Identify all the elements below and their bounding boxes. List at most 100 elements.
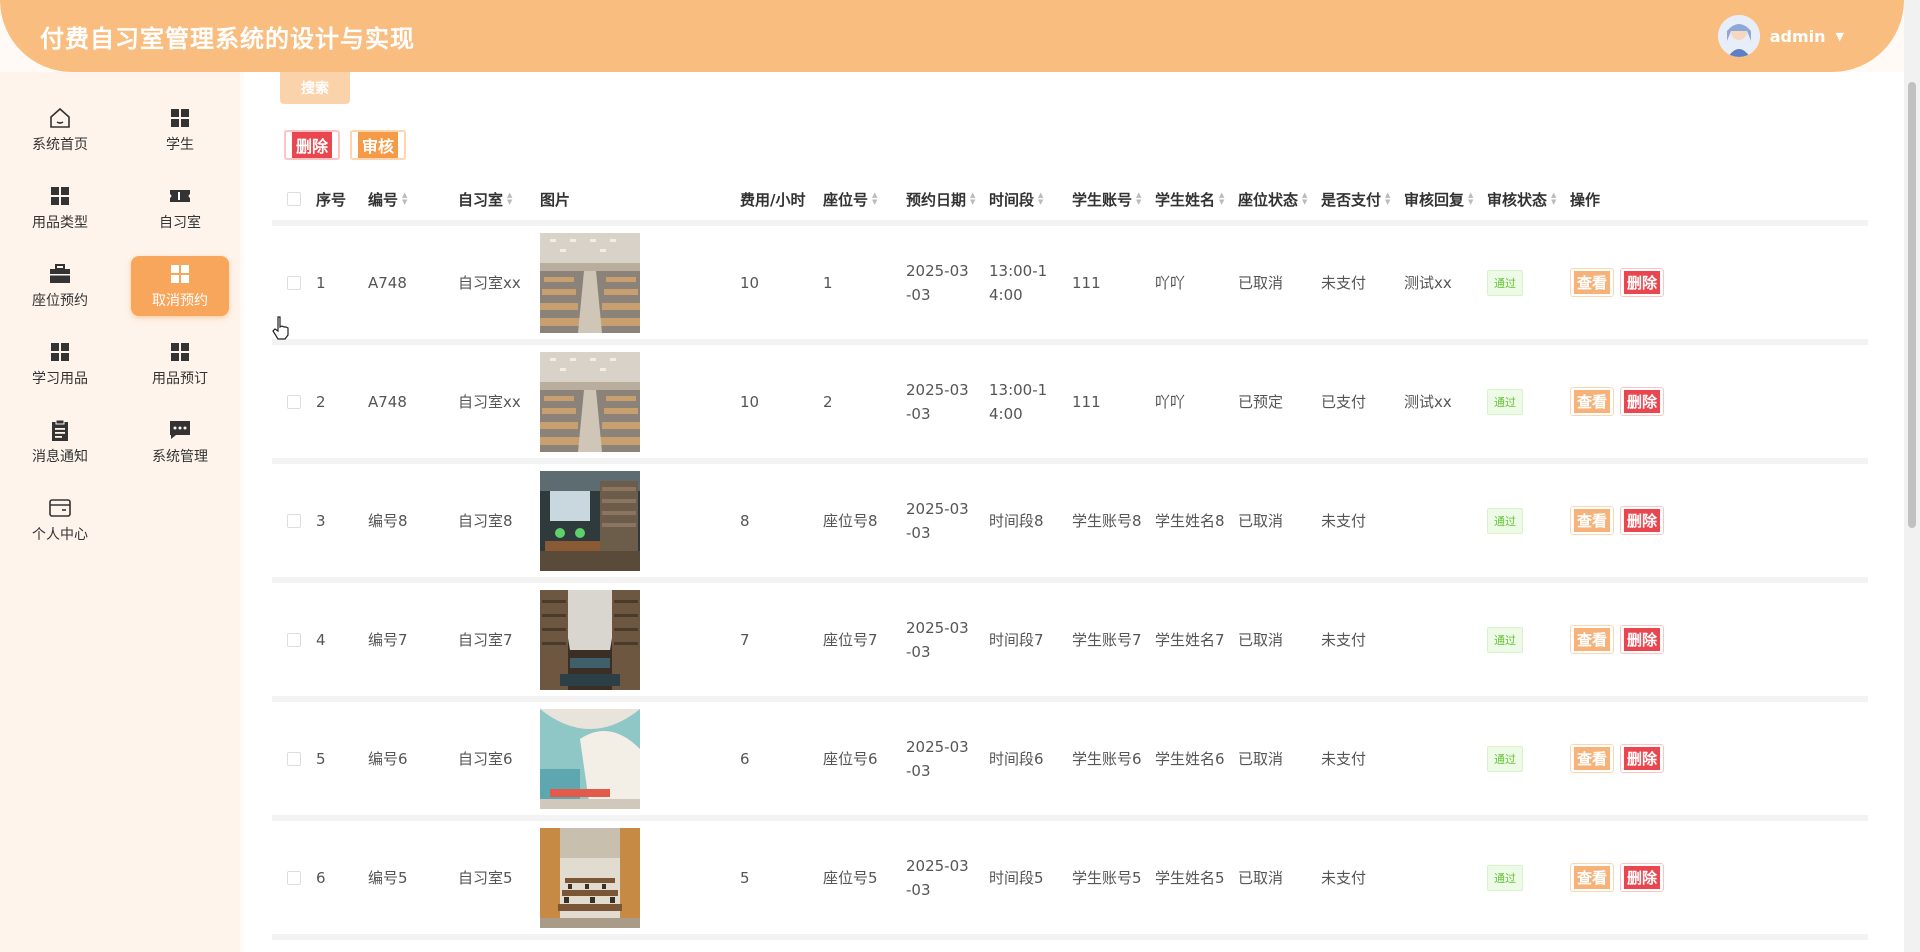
user-menu[interactable]: admin ▼	[1717, 15, 1844, 57]
image-cell	[540, 827, 740, 928]
room-thumbnail[interactable]	[540, 351, 640, 452]
row-checkbox[interactable]	[287, 275, 301, 290]
column-header[interactable]: 学生账号 ▲ ▼	[1072, 189, 1155, 210]
column-header[interactable]: 预约日期 ▲ ▼	[906, 189, 989, 210]
sidebar-item[interactable]: 取消预约	[131, 256, 229, 316]
select-all-checkbox[interactable]	[287, 192, 301, 206]
grid-icon	[168, 106, 192, 130]
sidebar-item[interactable]: 消息通知	[11, 412, 109, 472]
sidebar-item[interactable]: 自习室	[131, 178, 229, 238]
batch-audit-label[interactable]: 审核	[358, 132, 399, 158]
view-button-label[interactable]: 查看	[1574, 271, 1611, 294]
delete-button[interactable]: 删除	[1620, 744, 1665, 773]
cell-text: 吖吖	[1155, 273, 1186, 292]
sidebar-item[interactable]: 用品预订	[131, 334, 229, 394]
table-cell-status: 已预定	[1238, 390, 1321, 414]
view-button-label[interactable]: 查看	[1574, 390, 1611, 413]
actions-cell: 查看 删除	[1570, 744, 1690, 773]
delete-button-label[interactable]: 删除	[1624, 509, 1661, 532]
vertical-scrollbar[interactable]	[1904, 0, 1920, 952]
row-checkbox[interactable]	[287, 632, 301, 647]
username-label[interactable]: admin	[1770, 27, 1826, 46]
view-button[interactable]: 查看	[1570, 744, 1615, 773]
sort-icon[interactable]: ▲ ▼	[1468, 192, 1473, 206]
delete-button-label[interactable]: 删除	[1624, 628, 1661, 651]
delete-button[interactable]: 删除	[1620, 268, 1665, 297]
sidebar-item[interactable]: 用品类型	[11, 178, 109, 238]
sort-icon[interactable]: ▲ ▼	[1136, 192, 1141, 206]
column-header[interactable]: 审核状态 ▲ ▼	[1487, 189, 1570, 210]
column-header[interactable]: 审核回复 ▲ ▼	[1404, 189, 1487, 210]
cell-text: A748	[368, 392, 407, 411]
sidebar-item[interactable]: 个人中心	[11, 490, 109, 550]
view-button-label[interactable]: 查看	[1574, 747, 1611, 770]
column-header[interactable]: 编号 ▲ ▼	[368, 189, 458, 210]
column-header[interactable]: 座位状态 ▲ ▼	[1238, 189, 1321, 210]
search-button[interactable]: 搜索	[280, 72, 350, 104]
sort-icon[interactable]: ▲ ▼	[507, 192, 512, 206]
column-header[interactable]: 是否支付 ▲ ▼	[1321, 189, 1404, 210]
sort-icon[interactable]: ▲ ▼	[1038, 192, 1043, 206]
view-button[interactable]: 查看	[1570, 625, 1615, 654]
batch-audit-button[interactable]: 审核	[350, 130, 407, 160]
sidebar-item[interactable]: 系统首页	[11, 100, 109, 160]
grid-icon	[168, 262, 192, 286]
delete-button-label[interactable]: 删除	[1624, 390, 1661, 413]
view-button[interactable]: 查看	[1570, 506, 1615, 535]
sort-icon[interactable]: ▲ ▼	[970, 192, 975, 206]
table-cell-account: 学生账号8	[1072, 509, 1155, 533]
sort-icon[interactable]: ▲ ▼	[1302, 192, 1307, 206]
delete-button[interactable]: 删除	[1620, 863, 1665, 892]
view-button-label[interactable]: 查看	[1574, 628, 1611, 651]
sidebar-item[interactable]: 学习用品	[11, 334, 109, 394]
cell-text: 未支付	[1321, 273, 1367, 292]
view-button-label[interactable]: 查看	[1574, 866, 1611, 889]
room-thumbnail[interactable]	[540, 708, 640, 809]
room-thumbnail[interactable]	[540, 827, 640, 928]
column-header[interactable]: 时间段 ▲ ▼	[989, 189, 1072, 210]
sort-icon[interactable]: ▲ ▼	[1551, 192, 1556, 206]
sidebar-item[interactable]: 学生	[131, 100, 229, 160]
cell-text: 学生姓名8	[1155, 511, 1225, 530]
delete-button[interactable]: 删除	[1620, 506, 1665, 535]
delete-button-label[interactable]: 删除	[1624, 866, 1661, 889]
column-header[interactable]: 座位号 ▲ ▼	[823, 189, 906, 210]
row-checkbox[interactable]	[287, 870, 301, 885]
batch-delete-button[interactable]: 删除	[284, 130, 341, 160]
cell-text: 自习室xx	[458, 392, 521, 411]
table-cell-account: 111	[1072, 390, 1155, 414]
sidebar-item[interactable]: 座位预约	[11, 256, 109, 316]
batch-delete-label[interactable]: 删除	[292, 132, 333, 158]
room-thumbnail[interactable]	[540, 232, 640, 333]
table-body: 1 A748 自习室xx 10 1 2025-03-03 13:00-14:00 111 吖吖已…	[272, 226, 1868, 940]
view-button-label[interactable]: 查看	[1574, 509, 1611, 532]
sort-icon[interactable]: ▲ ▼	[872, 192, 877, 206]
room-thumbnail[interactable]	[540, 470, 640, 571]
chevron-down-icon[interactable]: ▼	[1836, 30, 1844, 43]
delete-button-label[interactable]: 删除	[1624, 271, 1661, 294]
delete-button[interactable]: 删除	[1620, 387, 1665, 416]
image-cell	[540, 708, 740, 809]
scrollbar-thumb[interactable]	[1908, 82, 1916, 528]
delete-button[interactable]: 删除	[1620, 625, 1665, 654]
sort-icon[interactable]: ▲ ▼	[1385, 192, 1390, 206]
table-cell-status: 已取消	[1238, 628, 1321, 652]
sort-icon[interactable]: ▲ ▼	[402, 192, 407, 206]
row-checkbox[interactable]	[287, 751, 301, 766]
avatar[interactable]	[1717, 15, 1760, 57]
sort-icon[interactable]: ▲ ▼	[1219, 192, 1224, 206]
room-thumbnail[interactable]	[540, 589, 640, 690]
table-cell-room: 自习室8	[458, 509, 540, 533]
row-checkbox[interactable]	[287, 513, 301, 528]
view-button[interactable]: 查看	[1570, 387, 1615, 416]
view-button[interactable]: 查看	[1570, 268, 1615, 297]
table-cell-paid: 未支付	[1321, 866, 1404, 890]
row-checkbox[interactable]	[287, 394, 301, 409]
view-button[interactable]: 查看	[1570, 863, 1615, 892]
column-header[interactable]: 自习室 ▲ ▼	[458, 189, 540, 210]
table-cell-date: 2025-03-03	[906, 616, 989, 664]
delete-button-label[interactable]: 删除	[1624, 747, 1661, 770]
sidebar-item-label: 系统首页	[32, 137, 88, 153]
sidebar-item[interactable]: 系统管理	[131, 412, 229, 472]
column-header[interactable]: 学生姓名 ▲ ▼	[1155, 189, 1238, 210]
